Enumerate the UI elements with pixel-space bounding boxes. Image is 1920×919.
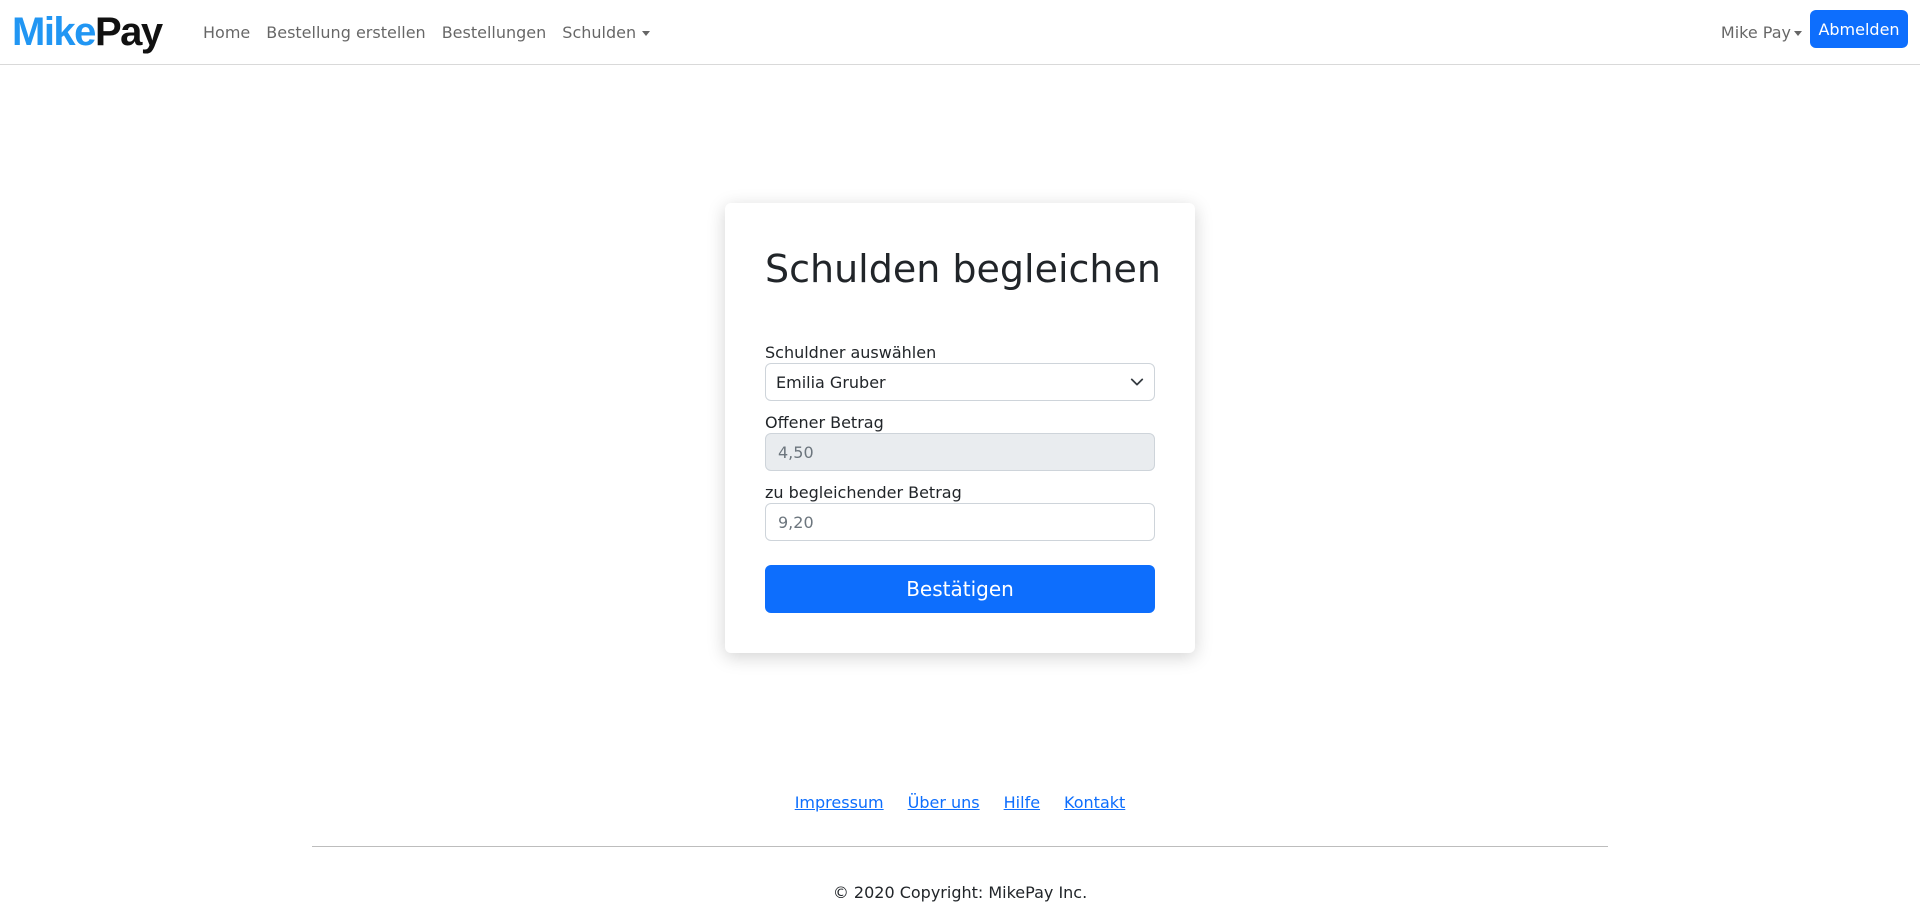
navbar: MikePay Home Bestellung erstellen Bestel… [0, 0, 1920, 65]
footer-link-help[interactable]: Hilfe [1004, 793, 1040, 812]
footer-divider [312, 846, 1608, 847]
nav-home[interactable]: Home [195, 22, 258, 44]
caret-down-icon [1794, 31, 1802, 36]
caret-down-icon [642, 31, 651, 36]
debtor-select[interactable]: Emilia Gruber [765, 363, 1155, 401]
footer-link-impressum[interactable]: Impressum [795, 793, 884, 812]
nav-links: Home Bestellung erstellen Bestellungen S… [195, 22, 658, 44]
user-name: Mike Pay [1720, 23, 1791, 42]
settle-debt-card: Schulden begleichen Schuldner auswählen … [725, 203, 1195, 653]
open-amount-field: 4,50 [765, 433, 1155, 471]
brand-part-2: Pay [94, 10, 163, 54]
nav-debts-label: Schulden [562, 23, 637, 42]
user-menu-dropdown[interactable]: Mike Pay [1721, 22, 1802, 44]
nav-debts-dropdown[interactable]: Schulden [554, 22, 658, 44]
open-amount-label: Offener Betrag [765, 413, 884, 432]
settle-amount-label: zu begleichender Betrag [765, 483, 962, 502]
nav-orders[interactable]: Bestellungen [434, 22, 555, 44]
confirm-button[interactable]: Bestätigen [765, 565, 1155, 613]
nav-create-order[interactable]: Bestellung erstellen [258, 22, 433, 44]
copyright-text: © 2020 Copyright: MikePay Inc. [832, 883, 1088, 902]
chevron-down-icon [1130, 378, 1144, 386]
footer-link-about[interactable]: Über uns [908, 793, 980, 812]
footer-link-contact[interactable]: Kontakt [1064, 793, 1125, 812]
page-title: Schulden begleichen [765, 247, 1161, 291]
logout-button[interactable]: Abmelden [1810, 10, 1908, 48]
settle-amount-input[interactable]: 9,20 [765, 503, 1155, 541]
footer-links: Impressum Über uns Hilfe Kontakt [0, 793, 1920, 812]
debtor-select-value: Emilia Gruber [776, 372, 886, 392]
brand-logo[interactable]: MikePay [12, 10, 163, 54]
brand-part-1: Mike [12, 10, 96, 54]
debtor-label: Schuldner auswählen [765, 343, 937, 362]
